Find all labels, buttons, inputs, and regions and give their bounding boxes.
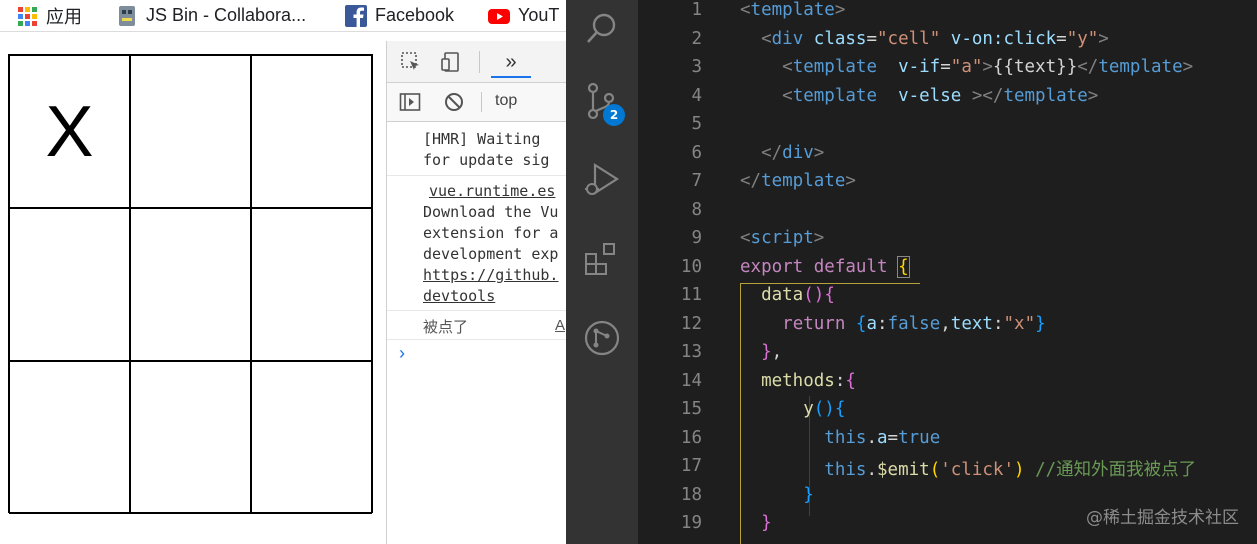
bookmark-label: JS Bin - Collabora... [146,5,307,25]
code-line: y(){ [803,399,846,419]
scm-badge: 2 [603,104,625,126]
line-number: 11 [680,285,702,305]
line-number: 13 [680,342,702,362]
line-number: 9 [691,228,702,248]
toolbar-divider [479,51,480,73]
vscode-activity-bar: 2 [566,0,638,544]
line-number: 4 [691,85,702,106]
board-cell[interactable] [9,361,130,514]
git-graph-icon[interactable] [566,310,638,366]
line-number: 6 [691,142,702,163]
jsbin-icon [119,5,135,26]
console-source-link[interactable]: A [555,317,565,334]
youtube-icon [488,8,510,24]
line-number: 8 [691,199,702,220]
code-line: export default { [740,255,910,278]
code-line: </div> [761,142,825,163]
code-editor[interactable]: 1 2 3 4 5 6 7 8 9 10 11 12 13 14 15 16 17 18 19 <template>… [638,0,1257,544]
code-line: this.a=true [824,427,941,448]
line-number: 15 [680,399,702,419]
source-control-icon[interactable]: 2 [566,74,638,130]
bookmark-apps[interactable]: 应用 [16,0,82,31]
console-divider [387,310,567,311]
code-line: <div class="cell" v-on:click="y"> [761,28,1109,49]
line-number: 10 [680,256,702,277]
console-prompt-chevron-icon[interactable]: › [399,343,405,364]
console-divider [387,339,567,340]
device-toolbar-icon[interactable] [439,50,463,74]
code-line: data(){ [761,285,835,305]
console-message-hmr-2: for update sig [423,151,550,169]
code-line: <template> [740,0,846,20]
console-message-vue-2: extension for a [423,224,559,242]
line-number: 3 [691,57,702,77]
extensions-icon[interactable] [566,232,638,288]
console-source-link[interactable]: vue.runtime.es [429,181,555,202]
code-line: methods:{ [761,370,856,391]
bracket-guide [740,283,920,284]
line-number: 7 [691,171,702,191]
bookmark-label: YouT [518,5,560,25]
line-number: 16 [680,427,702,448]
code-line: return {a:false,text:"x"} [782,313,1046,334]
line-number: 5 [691,114,702,134]
code-line: } [761,513,772,533]
line-number: 17 [680,456,702,476]
board-cell[interactable] [130,361,251,514]
board-cell[interactable] [130,55,251,208]
code-line: <template v-else ></template> [782,85,1099,106]
board-cell[interactable] [251,55,372,208]
code-line: } [803,484,814,505]
devtools-toolbar: » [387,41,567,83]
console-message-hmr-1: [HMR] Waiting [423,130,550,148]
bookmark-label: 应用 [46,6,82,27]
line-number: 19 [680,513,702,533]
code-line: this.$emit('click') //通知外面我被点了 [824,460,1197,480]
code-line: <script> [740,228,825,248]
run-debug-icon[interactable] [566,152,638,208]
console-message-vue-3: development exp [423,245,559,263]
line-number: 1 [691,0,702,20]
bookmark-facebook[interactable]: Facebook [345,0,454,31]
code-line: </template> [740,171,856,191]
bookmark-label: Facebook [375,5,455,25]
console-message-vue-1: Download the Vu [423,203,559,221]
inspect-element-icon[interactable] [399,50,423,74]
toolbar-divider [481,92,482,112]
line-number: 2 [691,28,702,49]
console-divider [387,175,567,176]
toggle-sidebar-icon[interactable] [399,91,421,113]
console-message-clicked: 被点了 [423,318,469,336]
facebook-icon [345,4,367,27]
tic-tac-toe-board: X [8,54,373,514]
line-number: 12 [680,313,702,334]
clear-console-icon[interactable] [443,91,465,113]
apps-grid-icon [18,6,37,26]
board-cell[interactable] [251,361,372,514]
bookmark-jsbin[interactable]: JS Bin - Collabora... [116,0,306,31]
board-cell[interactable]: X [9,55,130,208]
context-selector[interactable]: top [495,92,517,110]
watermark: @稀土掘金技术社区 [1086,508,1239,528]
board-cell[interactable] [9,208,130,361]
console-link-devtools[interactable]: devtools [423,286,495,307]
bookmarks-bar: 应用 JS Bin - Collabora... Facebook YouT [0,0,566,32]
devtools-panel: » top [HMR] Waiting for update sig vue.r… [386,41,567,544]
bookmark-youtube[interactable]: YouT [488,0,559,31]
board-cell[interactable] [130,208,251,361]
console-toolbar: top [387,83,567,122]
line-number: 18 [680,484,702,505]
more-tabs-icon[interactable]: » [491,48,531,78]
board-cell[interactable] [251,208,372,361]
console-link-github[interactable]: https://github. [423,265,558,286]
code-line: }, [761,342,783,362]
line-number: 14 [680,370,702,391]
search-icon[interactable] [566,0,638,56]
code-line: <template v-if="a">{{text}}</template> [782,57,1194,77]
